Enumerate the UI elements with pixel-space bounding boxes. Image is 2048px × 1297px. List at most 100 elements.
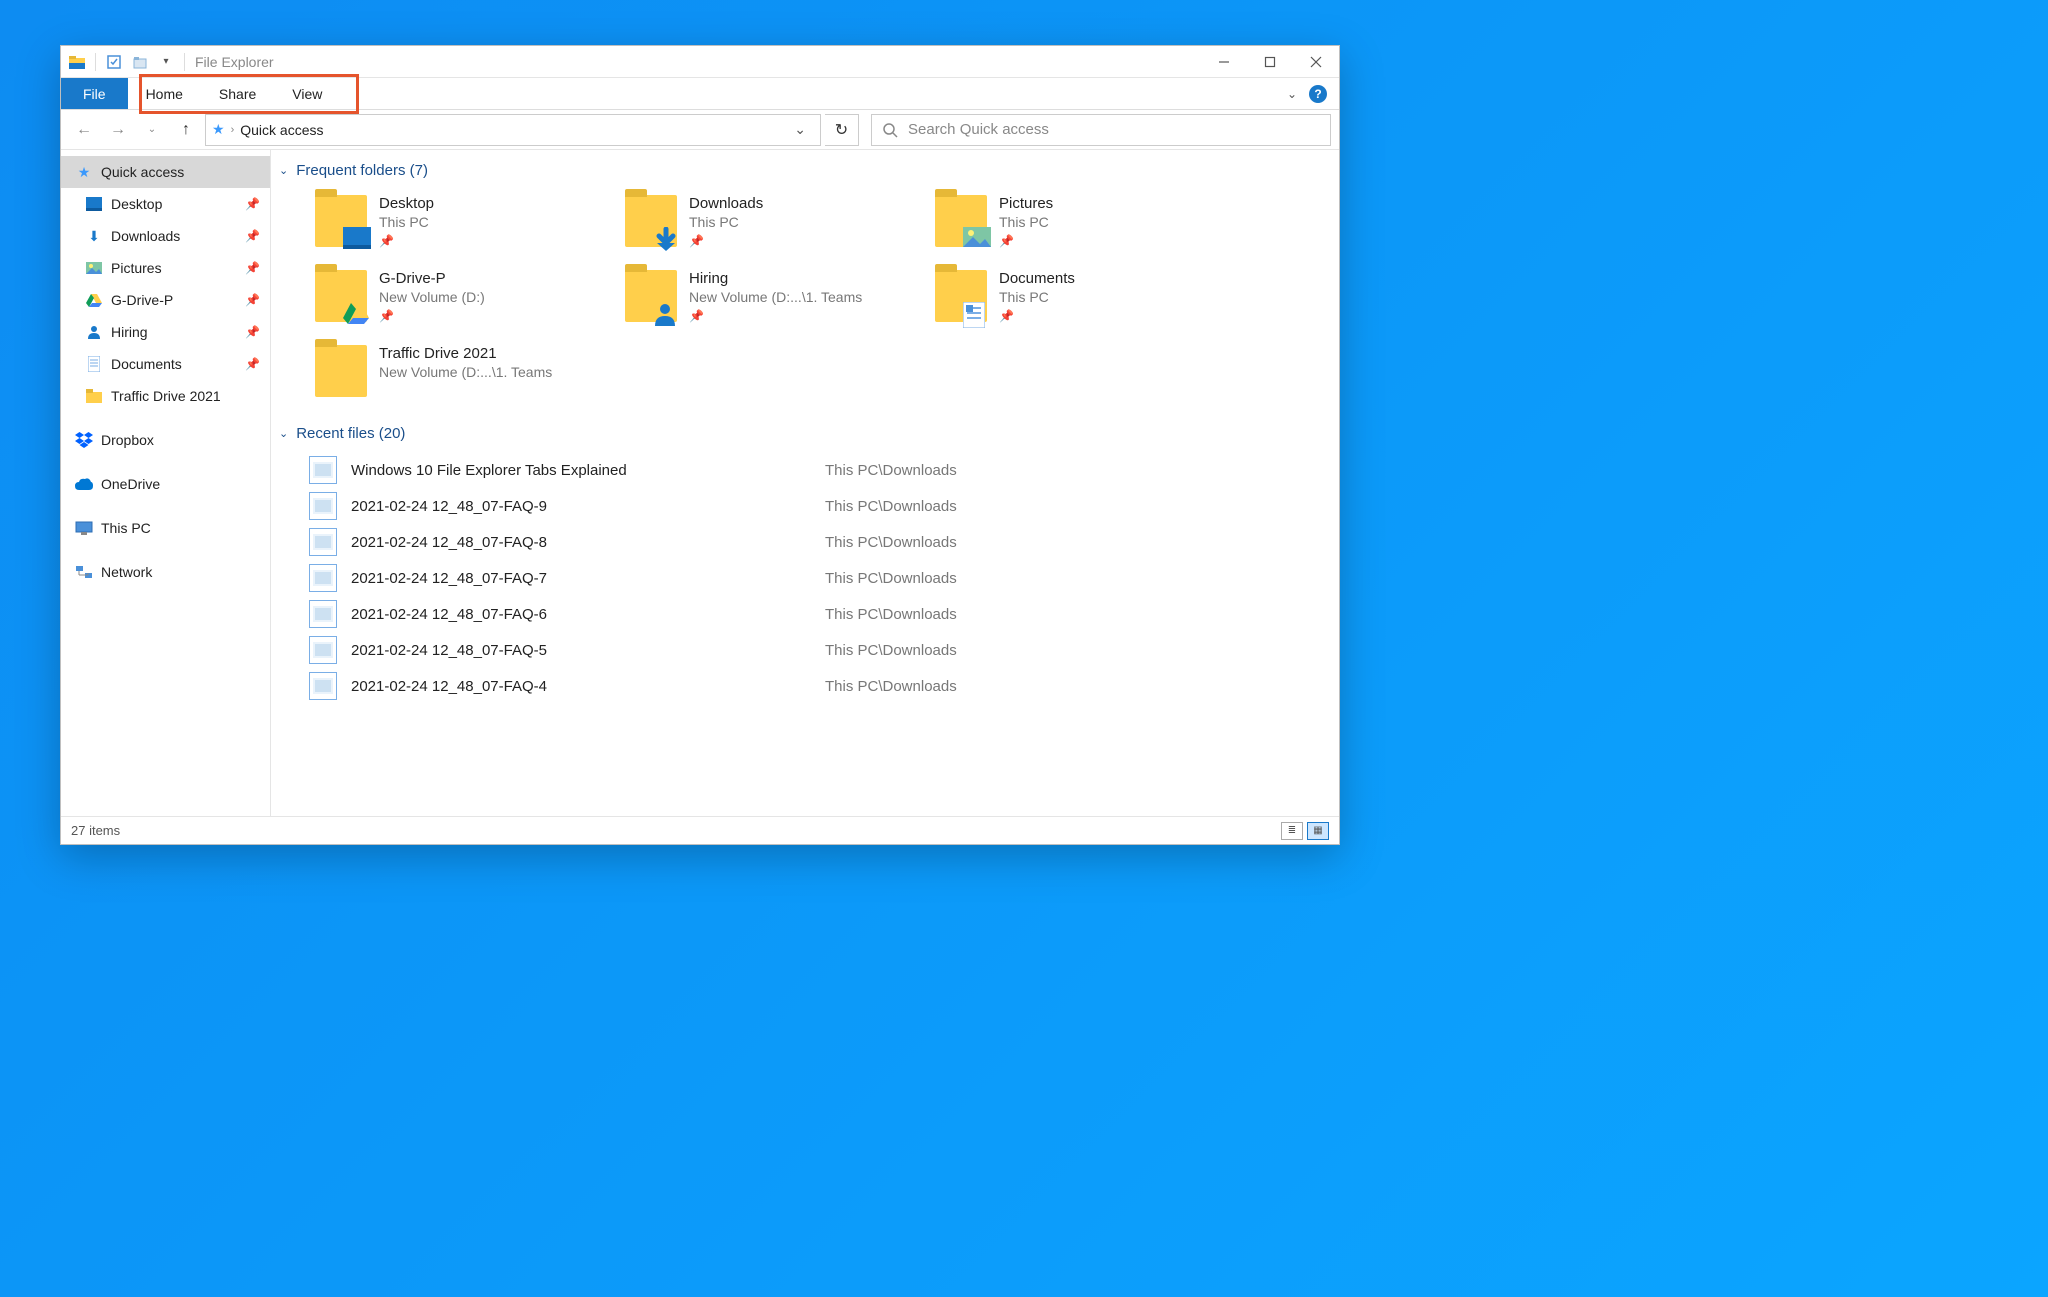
sidebar-root-thispc[interactable]: This PC [61,512,270,544]
document-overlay-icon [963,302,991,324]
pin-icon: 📌 [245,197,260,211]
folder-card[interactable]: DesktopThis PC📌 [309,189,609,254]
navbar: ← → ⌄ ↑ ★ › Quick access ⌄ ↻ Search Quic… [61,110,1339,150]
folder-card[interactable]: G-Drive-PNew Volume (D:)📌 [309,264,609,329]
file-row[interactable]: 2021-02-24 12_48_07-FAQ-4This PC\Downloa… [309,668,1319,704]
forward-button[interactable]: → [103,115,133,145]
pin-icon: 📌 [245,357,260,371]
file-explorer-window: ▾ File Explorer File Home Share View ⌄ ?… [60,45,1340,845]
file-name: 2021-02-24 12_48_07-FAQ-9 [351,498,811,515]
folder-card[interactable]: Traffic Drive 2021New Volume (D:...\1. T… [309,339,609,403]
image-file-icon [309,636,337,664]
file-name: 2021-02-24 12_48_07-FAQ-4 [351,678,811,695]
sidebar-item-desktop[interactable]: Desktop 📌 [61,188,270,220]
folder-icon [315,195,367,247]
download-icon: ⬇ [85,227,103,245]
recent-dropdown-icon[interactable]: ⌄ [137,115,167,145]
sidebar-quick-access[interactable]: ★ Quick access [61,156,270,188]
folder-location: This PC [999,214,1219,230]
tab-home[interactable]: Home [128,78,201,109]
group-header-label: Frequent folders (7) [296,162,428,179]
folder-card[interactable]: DownloadsThis PC📌 [619,189,919,254]
folder-location: This PC [689,214,909,230]
file-tab[interactable]: File [61,78,128,109]
sidebar-item-documents[interactable]: Documents 📌 [61,348,270,380]
folder-card[interactable]: PicturesThis PC📌 [929,189,1229,254]
dropbox-icon [75,431,93,449]
sidebar-item-label: This PC [101,520,151,536]
picture-overlay-icon [963,227,991,249]
breadcrumb-sep-icon: › [231,124,235,136]
up-button[interactable]: ↑ [171,115,201,145]
file-name: 2021-02-24 12_48_07-FAQ-5 [351,642,811,659]
image-file-icon [309,528,337,556]
group-recent-files[interactable]: ⌄ Recent files (20) [279,421,1319,452]
address-dropdown-icon[interactable]: ⌄ [786,121,814,138]
maximize-button[interactable] [1247,46,1293,78]
folder-card[interactable]: HiringNew Volume (D:...\1. Teams📌 [619,264,919,329]
qat-dropdown-icon[interactable]: ▾ [156,52,176,72]
back-button[interactable]: ← [69,115,99,145]
pictures-icon [85,259,103,277]
file-row[interactable]: 2021-02-24 12_48_07-FAQ-8This PC\Downloa… [309,524,1319,560]
close-button[interactable] [1293,46,1339,78]
pin-icon: 📌 [999,234,1223,248]
sidebar-root-network[interactable]: Network [61,556,270,588]
sidebar-item-label: Network [101,564,152,580]
group-header-label: Recent files (20) [296,425,405,442]
pin-icon: 📌 [689,234,913,248]
details-view-button[interactable]: ≣ [1281,822,1303,840]
address-bar[interactable]: ★ › Quick access ⌄ [205,114,821,146]
refresh-button[interactable]: ↻ [825,114,859,146]
sidebar-root-dropbox[interactable]: Dropbox [61,424,270,456]
folder-icon [315,270,367,322]
window-title: File Explorer [195,54,274,70]
file-location: This PC\Downloads [825,534,957,551]
group-frequent-folders[interactable]: ⌄ Frequent folders (7) [279,158,1319,189]
folder-icon [625,195,677,247]
navigation-pane: ★ Quick access Desktop 📌 ⬇ Downloads 📌 P… [61,150,271,816]
file-row[interactable]: 2021-02-24 12_48_07-FAQ-5This PC\Downloa… [309,632,1319,668]
sidebar-item-gdrive[interactable]: G-Drive-P 📌 [61,284,270,316]
minimize-button[interactable] [1201,46,1247,78]
pin-icon: 📌 [379,234,603,248]
sidebar-root-onedrive[interactable]: OneDrive [61,468,270,500]
folder-name: G-Drive-P [379,270,603,287]
image-file-icon [309,672,337,700]
folder-card[interactable]: DocumentsThis PC📌 [929,264,1229,329]
large-icons-view-button[interactable]: ▦ [1307,822,1329,840]
sidebar-item-label: G-Drive-P [111,292,173,308]
tab-view[interactable]: View [274,78,340,109]
help-icon[interactable]: ? [1309,85,1327,103]
file-row[interactable]: 2021-02-24 12_48_07-FAQ-7This PC\Downloa… [309,560,1319,596]
sidebar-item-hiring[interactable]: Hiring 📌 [61,316,270,348]
status-bar: 27 items ≣ ▦ [61,816,1339,844]
image-file-icon [309,600,337,628]
file-row[interactable]: 2021-02-24 12_48_07-FAQ-9This PC\Downloa… [309,488,1319,524]
chevron-down-icon: ⌄ [279,164,288,177]
search-placeholder: Search Quick access [908,121,1049,138]
sidebar-item-traffic[interactable]: Traffic Drive 2021 [61,380,270,412]
folder-name: Hiring [689,270,913,287]
folder-icon [935,195,987,247]
search-box[interactable]: Search Quick access [871,114,1331,146]
folder-location: New Volume (D:...\1. Teams [379,364,599,380]
sidebar-item-pictures[interactable]: Pictures 📌 [61,252,270,284]
folder-icon [935,270,987,322]
pin-icon: 📌 [999,309,1223,323]
star-icon: ★ [75,163,93,181]
sidebar-item-label: OneDrive [101,476,160,492]
file-row[interactable]: Windows 10 File Explorer Tabs ExplainedT… [309,452,1319,488]
ribbon-collapse-icon[interactable]: ⌄ [1287,87,1297,101]
sidebar-item-label: Hiring [111,324,148,340]
sidebar-item-downloads[interactable]: ⬇ Downloads 📌 [61,220,270,252]
file-row[interactable]: 2021-02-24 12_48_07-FAQ-6This PC\Downloa… [309,596,1319,632]
tab-share[interactable]: Share [201,78,274,109]
pin-icon: 📌 [245,261,260,275]
content-pane: ⌄ Frequent folders (7) DesktopThis PC📌 Do… [271,150,1339,816]
chevron-down-icon: ⌄ [279,427,288,440]
new-folder-icon[interactable] [130,52,150,72]
file-name: 2021-02-24 12_48_07-FAQ-7 [351,570,811,587]
properties-icon[interactable] [104,52,124,72]
breadcrumb[interactable]: Quick access [240,122,323,138]
